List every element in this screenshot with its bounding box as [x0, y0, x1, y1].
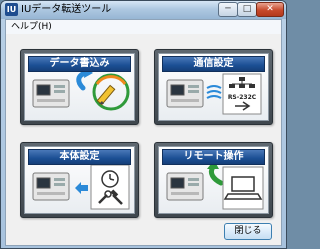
client-area: ヘルプ(H) データ書込み RS-232C 通信設定 本体設定 リモート操作 閉… [5, 19, 282, 246]
tile-data-write[interactable]: データ書込み [20, 49, 139, 125]
menu-bar: ヘルプ(H) [6, 20, 281, 34]
tile-remote-operation[interactable]: リモート操作 [154, 142, 273, 218]
tile-data-write-label: データ書込み [28, 56, 131, 72]
title-bar[interactable]: IU IUデータ転送ツール ─ □ ✕ [1, 1, 286, 19]
rs232c-label: RS-232C [228, 94, 257, 101]
tile-comm-settings-label: 通信設定 [162, 56, 265, 72]
tile-data-write-panel: データ書込み [24, 53, 135, 121]
window-title: IUデータ転送ツール [21, 4, 112, 15]
close-button[interactable]: 閉じる [224, 223, 272, 240]
menu-help[interactable]: ヘルプ(H) [9, 20, 54, 34]
tile-comm-settings[interactable]: RS-232C 通信設定 [154, 49, 273, 125]
close-window-button[interactable]: ✕ [256, 2, 284, 17]
maximize-button[interactable]: □ [237, 2, 257, 17]
tile-remote-operation-label: リモート操作 [162, 149, 265, 165]
tile-remote-operation-panel: リモート操作 [158, 146, 269, 214]
tile-unit-settings[interactable]: 本体設定 [20, 142, 139, 218]
tile-unit-settings-label: 本体設定 [28, 149, 131, 165]
app-window: IU IUデータ転送ツール ─ □ ✕ ヘルプ(H) データ書込み RS-232… [0, 0, 287, 249]
app-icon: IU [5, 3, 18, 16]
tile-comm-settings-panel: RS-232C 通信設定 [158, 53, 269, 121]
tile-unit-settings-panel: 本体設定 [24, 146, 135, 214]
minimize-button[interactable]: ─ [218, 2, 238, 17]
